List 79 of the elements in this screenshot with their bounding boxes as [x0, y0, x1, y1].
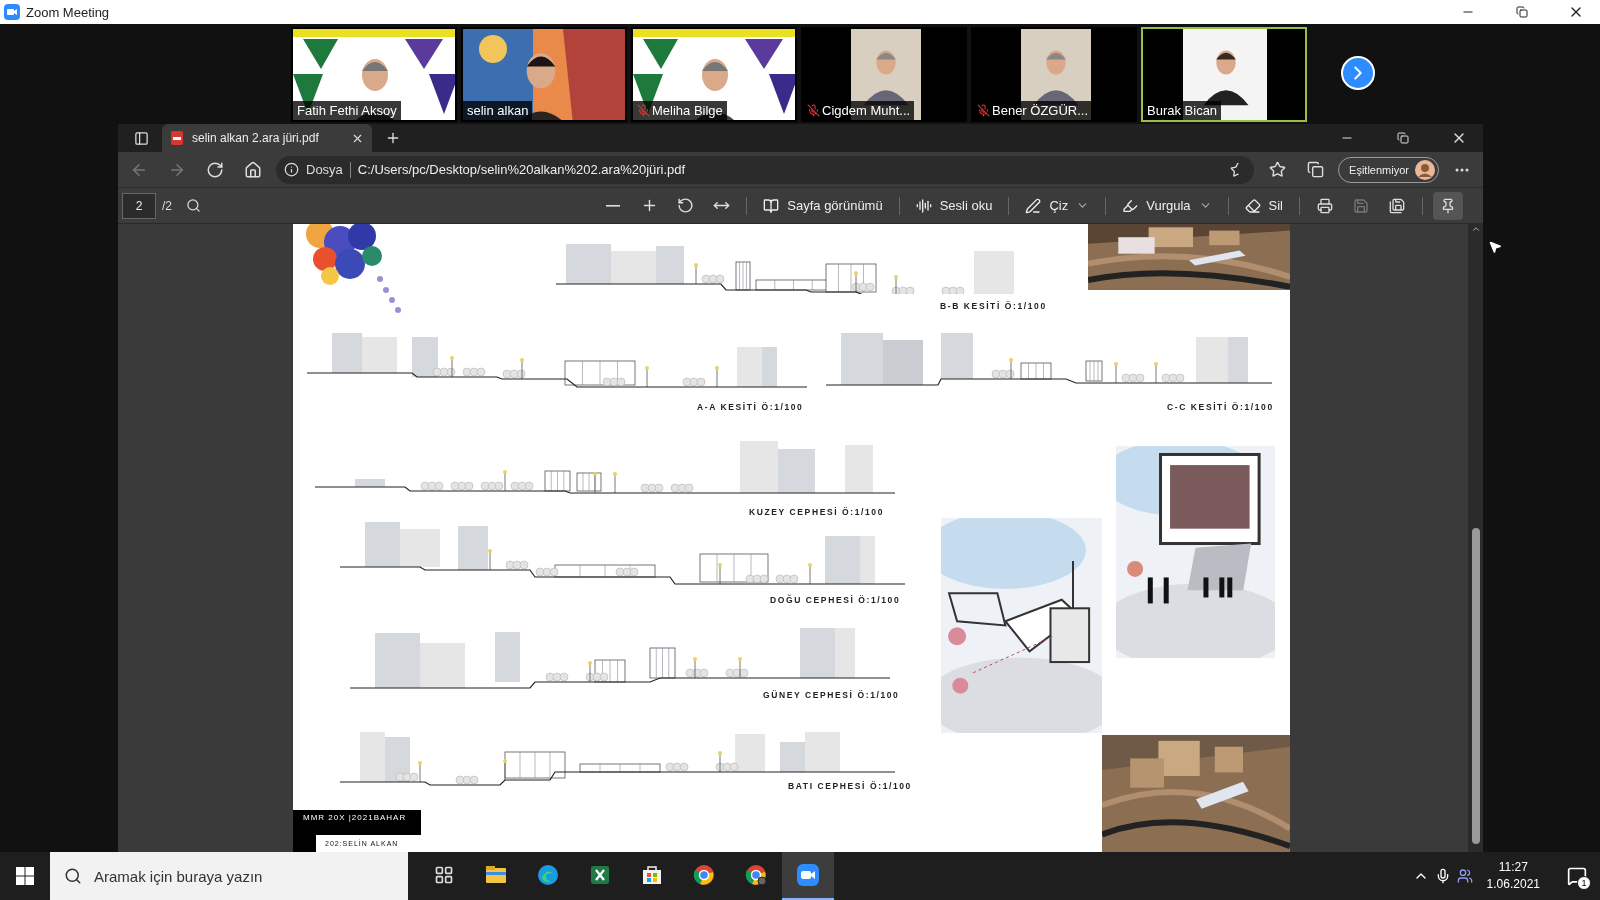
page-view-icon	[763, 197, 780, 214]
restore-icon	[1516, 6, 1528, 18]
edge-icon	[536, 863, 560, 887]
people-icon[interactable]	[1456, 868, 1473, 884]
course-title: MMR 20X |2021BAHAR	[293, 810, 421, 835]
next-page-button[interactable]	[1341, 56, 1375, 90]
cursor-icon	[1488, 240, 1502, 254]
page-number-field[interactable]: 2	[122, 192, 156, 219]
participant-name: selin alkan	[467, 103, 529, 118]
more-icon	[1455, 167, 1469, 172]
drawing-caption: GÜNEY CEPHESİ Ö:1/100	[763, 690, 900, 700]
drawing-caption: B-B KESİTİ Ö:1/100	[940, 301, 1047, 311]
collections-icon	[1306, 161, 1324, 178]
title-block-bar	[293, 835, 316, 852]
video-tile[interactable]: Meliha Bilge	[631, 27, 797, 122]
participant-name: Bener ÖZGÜR...	[992, 103, 1089, 118]
page-count: /2	[162, 198, 172, 213]
notifications-button[interactable]: 1	[1554, 852, 1600, 900]
browser-icon	[744, 863, 768, 887]
video-tile[interactable]: Fatih Fethi Aksoy	[291, 27, 457, 122]
search-icon	[185, 198, 201, 213]
erase-button[interactable]: Sil	[1238, 191, 1289, 220]
star-icon	[1268, 161, 1286, 178]
page-view-button[interactable]: Sayfa görünümü	[757, 191, 889, 220]
participant-name: Burak Bican	[1147, 103, 1218, 118]
highlight-button[interactable]: Vurgula	[1116, 191, 1218, 220]
window-title: Zoom Meeting	[26, 4, 111, 20]
drawing-caption: KUZEY CEPHESİ Ö:1/100	[749, 507, 884, 517]
participant-name: Fatih Fethi Aksoy	[297, 103, 397, 118]
plus-icon	[385, 130, 401, 146]
search-field[interactable]: Aramak için buraya yazın	[50, 852, 408, 900]
participant-name: Meliha Bilge	[652, 103, 723, 118]
rotate-icon	[676, 197, 694, 214]
video-tile[interactable]: selin alkan	[461, 27, 627, 122]
browser-icon	[692, 863, 716, 887]
print-icon	[1317, 197, 1333, 214]
participant-name: Cigdem Muht...	[822, 103, 911, 118]
browser-tab[interactable]: selin alkan 2.ara jüri.pdf	[162, 124, 372, 152]
highlight-icon	[1122, 197, 1139, 214]
taskbar-app[interactable]	[782, 852, 834, 900]
zoom-out-icon	[606, 204, 621, 207]
save-as-icon	[1389, 197, 1405, 214]
pin-button[interactable]	[1433, 191, 1463, 220]
windows-icon	[16, 867, 34, 885]
pdf-file-icon	[170, 131, 184, 145]
video-tile[interactable]: Burak Bican	[1141, 27, 1307, 122]
refresh-icon	[206, 160, 224, 179]
read-aloud-icon	[915, 197, 932, 214]
zoom-logo-icon	[4, 4, 20, 20]
notification-icon	[1567, 866, 1587, 886]
draw-icon	[1025, 197, 1042, 214]
drawing-caption: BATI CEPHESİ Ö:1/100	[788, 781, 912, 791]
erase-icon	[1244, 197, 1261, 214]
address-bar[interactable]: Dosya C:/Users/pc/Desktop/selin%20alkan%202.ara%20jüri.pdf	[276, 155, 1255, 184]
save-icon	[1353, 197, 1369, 214]
video-camera-icon	[796, 863, 820, 887]
spreadsheet-icon	[588, 863, 612, 887]
restore-icon	[1397, 132, 1409, 144]
home-icon	[244, 160, 262, 179]
shopping-bag-icon	[640, 863, 664, 887]
task-view-icon	[434, 865, 454, 885]
video-tile[interactable]: Bener ÖZGÜR...	[971, 27, 1137, 122]
read-aloud-button[interactable]: Sesli oku	[909, 191, 999, 220]
scheme-label: Dosya	[306, 162, 343, 177]
search-icon	[64, 867, 82, 885]
panel-icon	[133, 130, 149, 146]
tab-title: selin alkan 2.ara jüri.pdf	[192, 131, 320, 145]
url-text: C:/Users/pc/Desktop/selin%20alkan%202.ara%20jüri.pdf	[357, 162, 687, 177]
scroll-up-icon	[1470, 224, 1481, 234]
draw-button[interactable]: Çiz	[1019, 191, 1096, 220]
drawing-caption: DOĞU CEPHESİ Ö:1/100	[770, 595, 901, 605]
pin-icon	[1440, 197, 1456, 214]
scrollbar[interactable]	[1468, 224, 1483, 852]
avatar-icon	[1415, 159, 1435, 180]
video-tile[interactable]: Cigdem Muht...	[801, 27, 967, 122]
info-icon	[284, 162, 299, 177]
drawing-caption: C-C KESİTİ Ö:1/100	[1167, 402, 1274, 412]
clock[interactable]: 11:27 1.06.2021	[1478, 859, 1548, 893]
drawing-caption: A-A KESİTİ Ö:1/100	[697, 402, 804, 412]
